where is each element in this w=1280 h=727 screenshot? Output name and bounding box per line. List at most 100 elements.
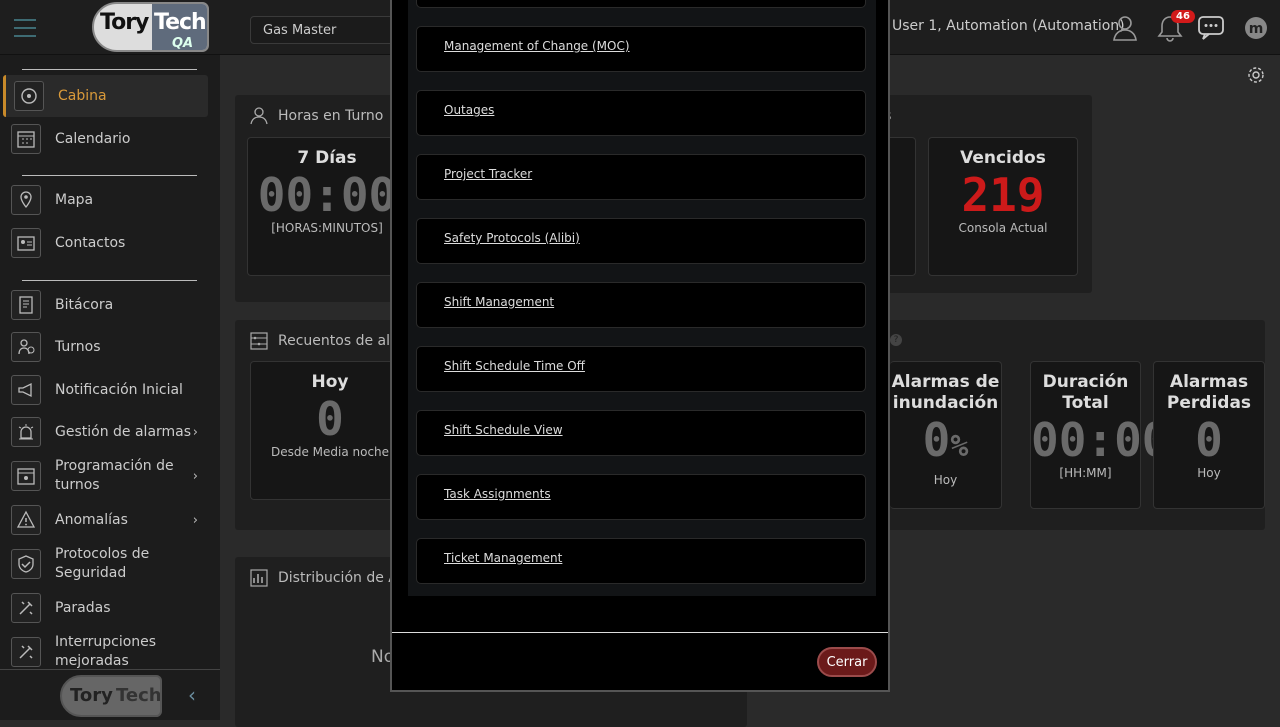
sidebar-item-label: Cabina <box>58 87 107 104</box>
card-subtitle: [HORAS:MINUTOS] <box>271 221 383 235</box>
collapse-sidebar-icon[interactable]: ‹ <box>188 683 196 707</box>
list-item[interactable]: Shift Schedule Time Off <box>416 346 866 392</box>
card-subtitle: Consola Actual <box>958 221 1048 235</box>
app-list-modal: Management of Change (MOC) Outages Proje… <box>390 0 890 692</box>
account-menu-icon[interactable]: m <box>1241 13 1271 43</box>
sidebar-item-label: Programación de turnos <box>55 458 174 493</box>
chat-icon[interactable] <box>1196 13 1226 43</box>
sidebar-item-paradas[interactable]: Paradas <box>3 587 208 629</box>
calendar-icon <box>11 124 41 154</box>
card-title: Hoy <box>311 372 349 392</box>
flood-alarms-card: Alarmas de inundación 0% Hoy <box>890 361 1002 509</box>
panel-title: Distribución de A <box>278 570 398 586</box>
list-item[interactable]: Shift Management <box>416 282 866 328</box>
settings-gear-icon[interactable] <box>1246 65 1266 89</box>
logbook-icon <box>11 290 41 320</box>
card-title: Vencidos <box>960 148 1046 168</box>
sidebar: Cabina Calendario Mapa Contactos Bitácor… <box>0 55 220 720</box>
link-shift-schedule-view[interactable]: Shift Schedule View <box>444 423 563 437</box>
list-item[interactable]: Ticket Management <box>416 538 866 584</box>
list-item[interactable]: Safety Protocols (Alibi) <box>416 218 866 264</box>
help-icon[interactable]: ? <box>890 334 902 346</box>
list-item[interactable]: Outages <box>416 90 866 136</box>
card-subtitle: Desde Media noche <box>270 445 390 459</box>
sidebar-item-notificacion-inicial[interactable]: Notificación Inicial <box>3 369 208 411</box>
sidebar-item-protocolos-seguridad[interactable]: Protocolos de Seguridad <box>3 543 208 585</box>
list-item[interactable]: Shift Schedule View <box>416 410 866 456</box>
link-ticket-management[interactable]: Ticket Management <box>444 551 562 565</box>
warning-triangle-icon <box>11 505 41 535</box>
sidebar-item-label: Mapa <box>55 191 94 208</box>
link-shift-schedule-time-off[interactable]: Shift Schedule Time Off <box>444 359 585 373</box>
sidebar-item-label: Contactos <box>55 234 126 251</box>
sidebar-item-label: Interrupciones mejoradas <box>55 634 157 669</box>
sidebar-item-interrupciones-mejoradas[interactable]: Interrupciones mejoradas <box>3 631 208 673</box>
menu-icon[interactable] <box>14 19 36 37</box>
link-safety-protocols[interactable]: Safety Protocols (Alibi) <box>444 231 580 245</box>
link-project-tracker[interactable]: Project Tracker <box>444 167 532 181</box>
link-shift-management[interactable]: Shift Management <box>444 295 554 309</box>
shield-check-icon <box>11 549 41 579</box>
logo-text-left: Tory <box>100 10 149 35</box>
sidebar-item-gestion-alarmas[interactable]: Gestión de alarmas › <box>3 411 208 453</box>
sidebar-item-label: Calendario <box>55 130 131 147</box>
link-moc[interactable]: Management of Change (MOC) <box>444 39 630 53</box>
sidebar-footer: Tory Tech ‹ <box>0 669 220 720</box>
alarm-siren-icon <box>11 417 41 447</box>
chevron-right-icon: › <box>192 468 198 484</box>
tools-icon <box>11 593 41 623</box>
list-item[interactable]: Management of Change (MOC) <box>416 26 866 72</box>
card-title: 7 Días <box>297 148 357 168</box>
tickets-panel: ets Vencidos 219 Consola Actual <box>870 95 1092 293</box>
card-subtitle: [HH:MM] <box>1059 466 1112 480</box>
total-duration-card: Duración Total 00:00 [HH:MM] <box>1030 361 1170 509</box>
sidebar-item-mapa[interactable]: Mapa <box>3 179 208 221</box>
sidebar-item-anomalias[interactable]: Anomalías › <box>3 499 208 541</box>
sidebar-item-label: Bitácora <box>55 296 114 313</box>
shift-hours-panel: Horas en Turno 7 Días 00:00 [HORAS:MINUT… <box>235 95 407 302</box>
link-outages[interactable]: Outages <box>444 103 494 117</box>
divider <box>22 280 197 281</box>
footer-logo-text-left: Tory <box>70 685 113 706</box>
overdue-card: Vencidos 219 Consola Actual <box>928 137 1078 276</box>
app-logo[interactable]: Tory Tech QA <box>92 2 209 52</box>
card-value: 00:00 <box>257 168 397 222</box>
list-item[interactable]: Task Assignments <box>416 474 866 520</box>
sidebar-item-label: Protocolos de Seguridad <box>55 546 150 581</box>
card-value: 0 <box>1195 413 1223 467</box>
chevron-right-icon: › <box>192 424 198 440</box>
sidebar-item-cabina[interactable]: Cabina <box>3 75 208 117</box>
close-button[interactable]: Cerrar <box>817 647 877 677</box>
panel-title: Horas en Turno <box>278 108 384 124</box>
user-name[interactable]: User 1, Automation (Automation) <box>892 18 1125 34</box>
sidebar-item-contactos[interactable]: Contactos <box>3 222 208 264</box>
divider <box>22 69 197 70</box>
list-item[interactable] <box>416 0 866 8</box>
logo-text-right: Tech <box>154 10 207 35</box>
user-profile-icon[interactable] <box>1110 13 1140 43</box>
svg-text:m: m <box>1249 21 1264 37</box>
list-item[interactable]: Project Tracker <box>416 154 866 200</box>
sidebar-item-programacion-turnos[interactable]: Programación de turnos › <box>3 455 208 497</box>
card-title: Duración Total <box>1042 372 1129 413</box>
footer-logo: Tory Tech <box>60 675 162 717</box>
bar-chart-icon <box>250 569 268 591</box>
chevron-right-icon: › <box>192 512 198 528</box>
card-unit: % <box>950 429 969 464</box>
shift-hours-card: 7 Días 00:00 [HORAS:MINUTOS] <box>247 137 407 276</box>
card-title: Alarmas de inundación <box>891 372 1000 413</box>
panel-title: Recuentos de ala <box>278 333 399 349</box>
person-icon <box>250 107 268 129</box>
sidebar-item-label: Anomalías <box>55 511 128 528</box>
sidebar-item-calendario[interactable]: Calendario <box>3 118 208 160</box>
sidebar-item-bitacora[interactable]: Bitácora <box>3 284 208 326</box>
console-select[interactable]: Gas Master <box>250 16 410 44</box>
link-task-assignments[interactable]: Task Assignments <box>444 487 551 501</box>
modal-link-list: Management of Change (MOC) Outages Proje… <box>408 0 876 596</box>
sidebar-item-turnos[interactable]: Turnos <box>3 326 208 368</box>
megaphone-icon <box>11 375 41 405</box>
abacus-icon <box>250 332 268 354</box>
sidebar-item-label: Turnos <box>55 338 101 355</box>
today-alarms-card: Hoy 0 Desde Media noche <box>250 361 410 500</box>
card-value: 00:00 <box>1031 413 1170 467</box>
